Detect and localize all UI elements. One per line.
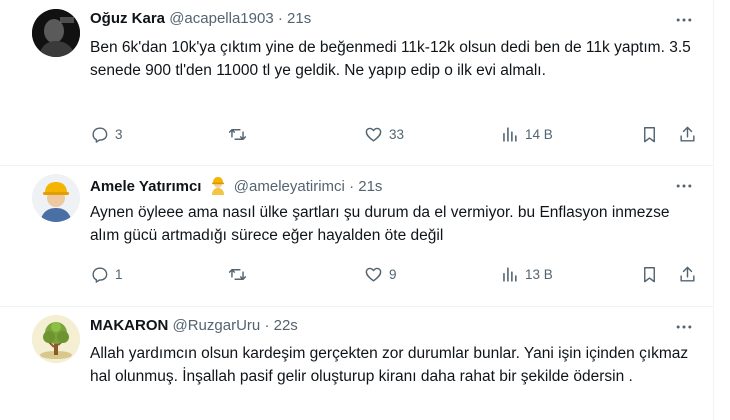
views-button[interactable]: 14 B: [500, 122, 553, 146]
retweet-icon: [228, 268, 247, 280]
views-button[interactable]: 13 B: [500, 262, 553, 286]
like-button[interactable]: 9: [364, 262, 397, 286]
bookmark-icon: [644, 126, 655, 142]
user-handle[interactable]: @RuzgarUru: [173, 317, 261, 334]
views-count: 13 B: [525, 266, 553, 282]
tweet-header: MAKARON @RuzgarUru · 22s: [90, 316, 298, 336]
more-icon[interactable]: [674, 176, 694, 196]
avatar[interactable]: [32, 9, 80, 57]
reply-icon: [92, 126, 108, 143]
retweet-icon: [228, 128, 247, 140]
avatar[interactable]: [32, 315, 80, 363]
retweet-button[interactable]: [228, 262, 253, 286]
more-icon[interactable]: [674, 317, 694, 337]
views-count: 14 B: [525, 126, 553, 142]
tweet-header: Oğuz Kara @acapella1903 · 21s: [90, 9, 311, 29]
tweet-text: Allah yardımcın olsun kardeşim gerçekten…: [90, 345, 689, 385]
reply-icon: [92, 266, 108, 283]
like-icon: [365, 267, 382, 282]
tweet-header: Amele Yatırımcı @ameleyatirimci · 21s: [90, 175, 382, 197]
user-handle[interactable]: @ameleyatirimci: [234, 178, 345, 195]
avatar-image: [32, 315, 80, 363]
user-handle[interactable]: @acapella1903: [169, 10, 273, 27]
timestamp[interactable]: 21s: [358, 178, 382, 195]
bookmark-button[interactable]: [640, 262, 659, 286]
separator-dot: ·: [264, 317, 270, 334]
bookmark-icon: [644, 266, 655, 282]
action-bar: 3 33 14 B: [90, 122, 695, 146]
share-button[interactable]: [678, 262, 697, 286]
timestamp[interactable]: 22s: [274, 317, 298, 334]
display-name[interactable]: MAKARON: [90, 317, 168, 334]
reply-count: 1: [115, 266, 123, 282]
avatar-image: [32, 174, 80, 222]
share-icon: [680, 126, 695, 142]
like-count: 33: [389, 126, 405, 142]
tweet-text: Aynen öyleee ama nasıl ülke şartları şu …: [90, 204, 670, 244]
tweet-feed: Oğuz Kara @acapella1903 · 21s Ben 6k'dan…: [0, 0, 730, 420]
tweet-1[interactable]: Oğuz Kara @acapella1903 · 21s Ben 6k'dan…: [0, 0, 714, 165]
display-name[interactable]: Oğuz Kara: [90, 10, 165, 27]
share-icon: [680, 266, 695, 282]
like-count: 9: [389, 266, 397, 282]
tweet-text: Ben 6k'dan 10k'ya çıktım yine de beğenme…: [90, 39, 691, 79]
action-bar: 1 9 13 B: [90, 262, 695, 286]
retweet-button[interactable]: [228, 122, 253, 146]
avatar-image: [32, 9, 80, 57]
separator-dot: ·: [277, 10, 283, 27]
timestamp[interactable]: 21s: [287, 10, 311, 27]
reply-button[interactable]: 3: [90, 122, 123, 146]
tweet-3[interactable]: MAKARON @RuzgarUru · 22s Allah yardımcın…: [0, 307, 714, 420]
separator-dot: ·: [349, 178, 355, 195]
reply-count: 3: [115, 126, 123, 142]
more-icon[interactable]: [674, 10, 694, 30]
views-icon: [503, 126, 517, 142]
construction-worker-emoji-icon: [211, 177, 224, 195]
bookmark-button[interactable]: [640, 122, 659, 146]
tweet-2[interactable]: Amele Yatırımcı @ameleyatirimci · 21s Ay…: [0, 166, 714, 306]
avatar[interactable]: [32, 174, 80, 222]
display-name[interactable]: Amele Yatırımcı: [90, 178, 201, 195]
share-button[interactable]: [678, 122, 697, 146]
reply-button[interactable]: 1: [90, 262, 123, 286]
like-button[interactable]: 33: [364, 122, 404, 146]
like-icon: [365, 127, 382, 142]
views-icon: [503, 266, 517, 282]
